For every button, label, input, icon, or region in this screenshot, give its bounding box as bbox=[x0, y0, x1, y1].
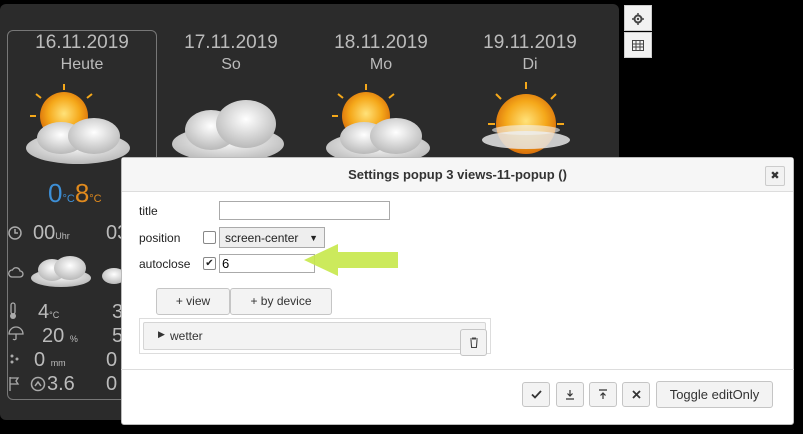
rain-probability-unit: % bbox=[69, 334, 78, 344]
hour-time: 00Uhr bbox=[33, 222, 70, 245]
add-by-device-button[interactable]: + by device bbox=[230, 288, 332, 315]
title-label: title bbox=[139, 204, 158, 218]
trash-icon bbox=[469, 337, 478, 349]
position-label: position bbox=[139, 231, 181, 245]
hour-temp: 4°C bbox=[38, 301, 59, 324]
view-tree: ▶ wetter bbox=[139, 318, 491, 354]
check-icon bbox=[530, 390, 542, 399]
clock-icon bbox=[8, 226, 22, 240]
hour-time-unit: Uhr bbox=[55, 231, 70, 241]
gear-icon bbox=[632, 13, 644, 25]
autoclose-label: autoclose bbox=[139, 257, 191, 271]
rain-probability-value: 20 bbox=[42, 325, 65, 347]
hour-temp-value: 4 bbox=[38, 301, 50, 323]
cloud-outline-icon bbox=[8, 267, 24, 278]
position-select-value: screen-center bbox=[225, 231, 299, 245]
title-input[interactable] bbox=[219, 201, 390, 220]
day-date: 19.11.2019 bbox=[483, 32, 577, 53]
umbrella-icon bbox=[8, 326, 24, 341]
temperature-range: 0°C8°C bbox=[48, 178, 102, 209]
footer-divider bbox=[121, 369, 794, 370]
day-name: Di bbox=[522, 56, 538, 73]
close-icon: ✖ bbox=[770, 170, 780, 182]
wind-speed-2: 0 bbox=[106, 373, 118, 395]
upload-icon bbox=[599, 389, 607, 399]
position-checkbox[interactable] bbox=[203, 231, 216, 244]
tree-item-label: wetter bbox=[170, 329, 203, 343]
settings-button[interactable] bbox=[624, 5, 652, 31]
rain-probability: 20 % bbox=[42, 325, 78, 348]
tree-item[interactable]: ▶ wetter bbox=[143, 322, 486, 350]
flag-icon bbox=[9, 377, 20, 391]
temp-min: 0 bbox=[48, 178, 63, 208]
upload-button[interactable] bbox=[589, 382, 617, 407]
raindrops-icon bbox=[10, 354, 19, 364]
day-name: Mo bbox=[369, 56, 393, 73]
hour-time-value: 00 bbox=[33, 222, 56, 244]
caret-right-icon[interactable]: ▶ bbox=[158, 329, 165, 340]
temp-max-unit: °C bbox=[89, 193, 102, 205]
download-icon bbox=[566, 390, 574, 400]
day-name: Heute bbox=[60, 56, 104, 73]
temp-min-unit: °C bbox=[62, 193, 75, 205]
rain-amount: 0 mm bbox=[34, 349, 66, 372]
rain-amount-unit: mm bbox=[50, 358, 66, 368]
cancel-icon bbox=[631, 390, 641, 399]
thermometer-icon bbox=[10, 302, 16, 319]
cloudy-small-icon bbox=[31, 256, 91, 287]
temp-max: 8 bbox=[74, 178, 90, 208]
toggle-edit-only-button[interactable]: Toggle editOnly bbox=[656, 381, 773, 408]
cancel-button[interactable] bbox=[622, 382, 650, 407]
dialog-title: Settings popup 3 views-11-popup () bbox=[122, 158, 793, 192]
ok-button[interactable] bbox=[522, 382, 550, 407]
rain-amount-value: 0 bbox=[34, 349, 46, 371]
rain-amount-2: 0 bbox=[106, 349, 118, 371]
day-date: 17.11.2019 bbox=[184, 32, 278, 53]
wind-gauge-icon bbox=[30, 376, 46, 392]
add-view-button[interactable]: + view bbox=[156, 288, 230, 315]
autoclose-input[interactable] bbox=[219, 254, 315, 273]
wind-speed: 3.6 bbox=[47, 373, 75, 395]
grid-button[interactable] bbox=[624, 32, 652, 58]
autoclose-checkbox[interactable]: ✔ bbox=[203, 257, 216, 270]
day-date: 18.11.2019 bbox=[334, 32, 428, 53]
day-date: 16.11.2019 bbox=[35, 32, 129, 53]
pointer-arrow-icon bbox=[304, 244, 398, 276]
hour-temp-unit: °C bbox=[49, 310, 60, 320]
close-button[interactable]: ✖ bbox=[765, 166, 785, 186]
grid-icon bbox=[632, 40, 644, 51]
delete-button[interactable] bbox=[460, 329, 487, 356]
download-button[interactable] bbox=[556, 382, 584, 407]
day-name: So bbox=[221, 56, 241, 73]
